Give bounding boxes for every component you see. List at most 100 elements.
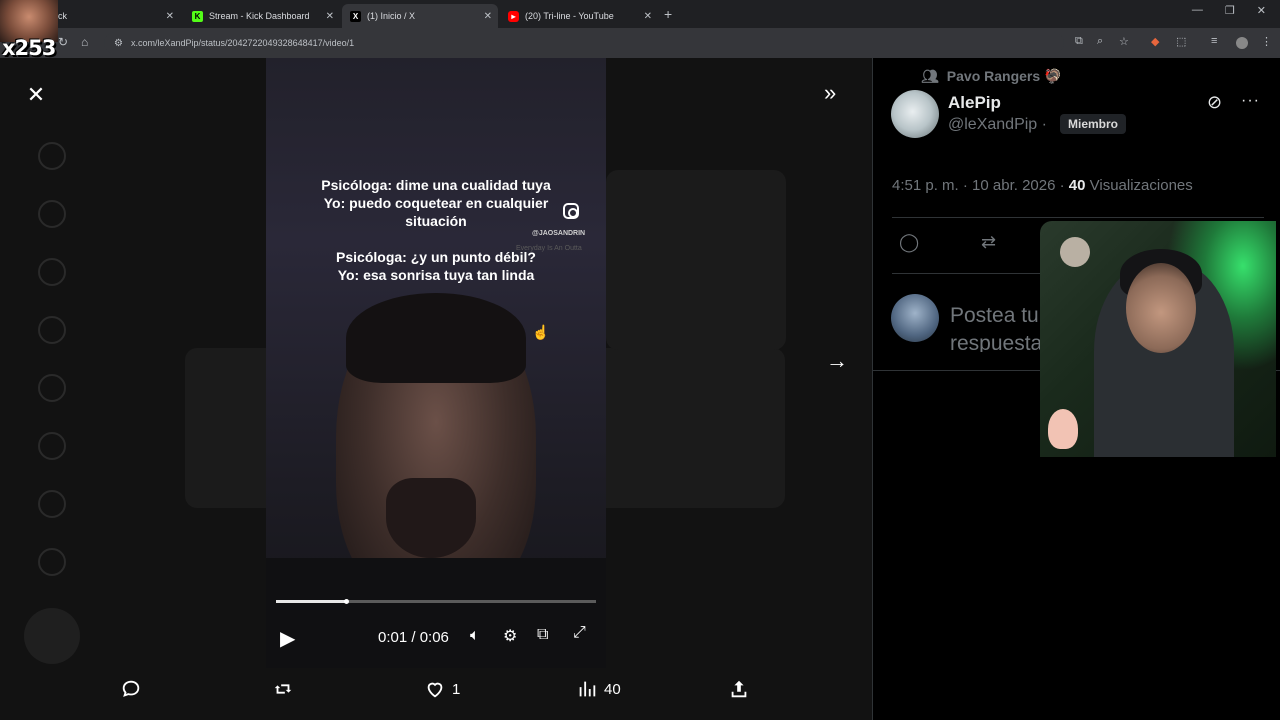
settings-gear-icon[interactable]: ⚙	[503, 626, 517, 646]
video-person-shirt	[266, 558, 606, 668]
repost-icon	[274, 684, 292, 694]
heart-icon	[427, 682, 443, 698]
close-tab-icon[interactable]: ✕	[644, 11, 652, 22]
reload-icon[interactable]: ↻	[58, 35, 68, 49]
community-name: Pavo Rangers 🦃	[946, 68, 1062, 84]
play-icon[interactable]: ▶	[280, 626, 295, 651]
community-label[interactable]: 👥︎ Pavo Rangers 🦃	[921, 68, 1061, 85]
more-options-icon[interactable]: ···	[1241, 92, 1260, 110]
extension-icon[interactable]: ◆	[1151, 35, 1159, 48]
reply-input[interactable]: Postea tu respuesta	[950, 302, 1050, 352]
tab-youtube[interactable]: ▸ (20) Tri-line - YouTube ✕	[500, 4, 658, 28]
url-text: x.com/leXandPip/status/20427220493286484…	[130, 38, 355, 48]
sub-count-overlay: x253	[2, 36, 56, 60]
x-icon: X	[350, 10, 361, 22]
author-name[interactable]: AlePip	[948, 93, 1001, 113]
close-tab-icon[interactable]: ✕	[326, 11, 334, 22]
site-info-icon[interactable]: ⚙	[114, 38, 123, 49]
window-controls: — ❐ ✕	[1192, 4, 1280, 17]
divider	[892, 217, 1264, 218]
close-tab-icon[interactable]: ✕	[166, 11, 174, 22]
profile-nav-icon	[38, 490, 66, 518]
expand-panel-icon[interactable]: »	[824, 80, 836, 106]
tab-title: (20) Tri-line - YouTube	[525, 11, 614, 21]
avatar[interactable]	[891, 90, 939, 138]
close-media-icon[interactable]: ✕	[24, 82, 48, 108]
volume-icon[interactable]: 🔈︎	[470, 627, 480, 645]
next-media-icon[interactable]: →	[826, 348, 848, 374]
pip-icon[interactable]: ⧉	[537, 626, 548, 644]
grok-nav-icon	[38, 374, 66, 402]
tab-kick-partial[interactable]: ck ✕	[50, 4, 180, 28]
tweet-timestamp: 4:51 p. m. · 10 abr. 2026 ·	[892, 177, 1069, 194]
home-icon[interactable]: ⌂	[81, 35, 88, 49]
grok-icon[interactable]: ⊘	[1207, 92, 1222, 113]
repost-button[interactable]	[272, 678, 294, 700]
share-button[interactable]	[728, 678, 750, 700]
caption-line: Psicóloga: dime una cualidad tuya	[321, 177, 551, 193]
caption-line: situación	[405, 213, 467, 229]
video-person-beard	[386, 478, 476, 558]
fullscreen-icon[interactable]: ⤢	[573, 624, 586, 642]
home-nav-icon	[38, 142, 66, 170]
tab-kick-dashboard[interactable]: K Stream - Kick Dashboard ✕	[184, 4, 340, 28]
video-player[interactable]: Psicóloga: dime una cualidad tuya Yo: pu…	[266, 58, 606, 668]
install-app-icon[interactable]: ⧉	[1075, 35, 1083, 48]
like-button[interactable]: 1	[424, 678, 460, 700]
bookmark-star-icon[interactable]: ☆	[1119, 35, 1129, 48]
panel-reply-icon[interactable]: ◯	[899, 232, 919, 253]
views-button[interactable]: 40	[576, 678, 621, 700]
analytics-icon	[579, 681, 596, 697]
reply-avatar	[891, 294, 939, 342]
author-handle[interactable]: @leXandPip ·	[948, 116, 1047, 134]
restore-icon[interactable]: ❐	[1225, 4, 1235, 17]
more-nav-icon	[38, 548, 66, 576]
panel-repost-icon[interactable]: ⇄	[981, 232, 996, 253]
like-count: 1	[452, 680, 461, 698]
tweet-meta: 4:51 p. m. · 10 abr. 2026 · 40 Visualiza…	[892, 177, 1193, 194]
profile-avatar[interactable]	[1236, 37, 1248, 49]
minimize-icon[interactable]: —	[1192, 4, 1203, 17]
extensions-puzzle-icon[interactable]: ⬚	[1176, 35, 1186, 48]
share-icon	[731, 680, 747, 698]
tab-title: ck	[58, 11, 67, 21]
webcam-microphone	[1060, 237, 1090, 267]
window-close-icon[interactable]: ✕	[1257, 4, 1266, 17]
tab-x-inicio[interactable]: X (1) Inicio / X ✕	[342, 4, 498, 28]
instagram-subtext: Everyday Is An Outta	[516, 245, 582, 252]
tab-title: (1) Inicio / X	[367, 11, 416, 21]
explore-nav-icon	[38, 200, 66, 228]
background-media-card	[606, 170, 786, 350]
lists-nav-icon	[38, 432, 66, 460]
instagram-icon	[563, 203, 579, 219]
people-icon: 👥︎	[921, 68, 939, 84]
tweet-views-label: Visualizaciones	[1085, 177, 1193, 194]
reply-icon	[122, 680, 140, 697]
webcam-overlay	[1040, 221, 1276, 457]
kick-icon: K	[192, 10, 203, 22]
notifications-nav-icon	[38, 258, 66, 286]
messages-nav-icon	[38, 316, 66, 344]
webcam-sticker	[1048, 409, 1078, 449]
browser-toolbar: ↻ ⌂ ⚙ x.com/leXandPip/status/20427220493…	[0, 28, 1280, 58]
video-time: 0:01 / 0:06	[378, 629, 449, 646]
caption-line: Yo: puedo coquetear en cualquier	[323, 195, 549, 211]
reply-button[interactable]	[120, 678, 142, 700]
instagram-handle: @JAOSANDRIN	[532, 230, 586, 237]
address-bar[interactable]: ⚙ x.com/leXandPip/status/204272204932864…	[104, 32, 1064, 54]
browser-menu-icon[interactable]: ⋮	[1261, 35, 1272, 48]
webcam-person-head	[1126, 263, 1196, 353]
close-tab-icon[interactable]: ✕	[484, 11, 492, 22]
youtube-icon: ▸	[508, 10, 519, 22]
mouse-cursor-icon: ☝	[532, 324, 550, 340]
new-tab-icon[interactable]: +	[664, 6, 672, 22]
video-progress-fill	[276, 600, 347, 603]
video-progress-bar[interactable]	[276, 599, 596, 604]
media-controls-icon[interactable]: ≡	[1211, 35, 1217, 47]
tab-title: Stream - Kick Dashboard	[209, 11, 310, 21]
video-person-hair	[346, 293, 526, 383]
view-count: 40	[604, 680, 621, 698]
tweet-view-count: 40	[1068, 177, 1086, 194]
browser-tab-bar: ck ✕ K Stream - Kick Dashboard ✕ X (1) I…	[0, 0, 1280, 28]
zoom-icon[interactable]: ⌕	[1097, 35, 1103, 48]
